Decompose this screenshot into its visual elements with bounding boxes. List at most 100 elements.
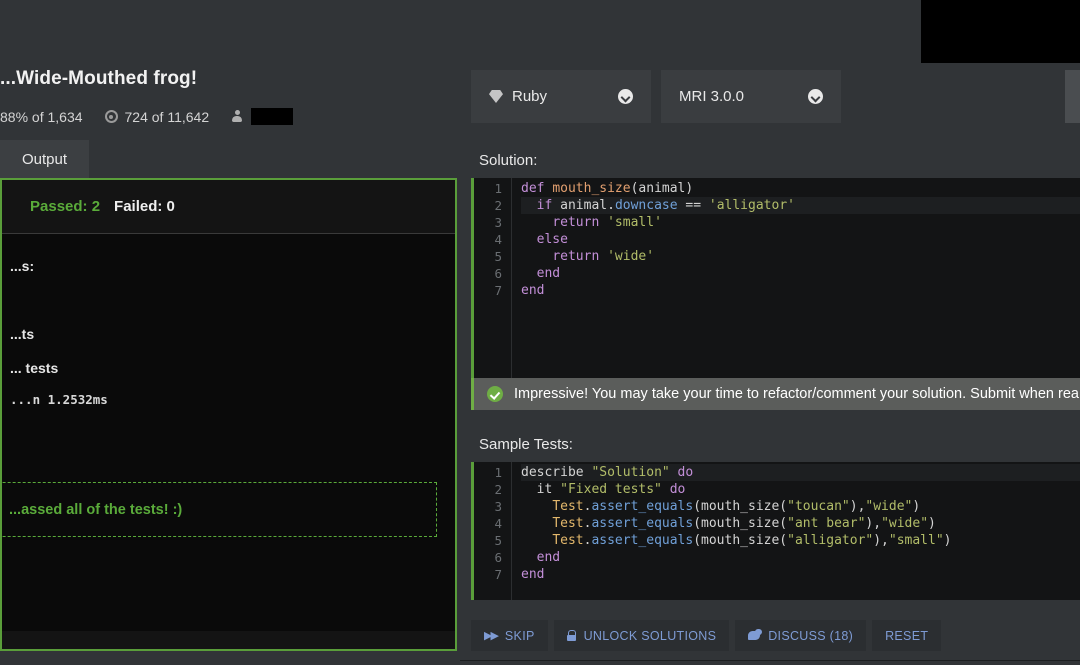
code-line: def mouth_size(animal) bbox=[521, 180, 1080, 197]
language-bar: Ruby MRI 3.0.0 bbox=[471, 70, 841, 123]
discuss-button[interactable]: DISCUSS (18) bbox=[735, 620, 867, 651]
code-line: else bbox=[521, 231, 1080, 248]
left-tab-strip: Output bbox=[0, 140, 460, 178]
solution-label: Solution: bbox=[479, 152, 538, 169]
code-line: Test.assert_equals(mouth_size("toucan"),… bbox=[521, 498, 1080, 515]
code-token: animal bbox=[560, 198, 608, 213]
code-line: end bbox=[521, 566, 1080, 583]
code-line: it "Fixed tests" do bbox=[521, 481, 1080, 498]
code-line: if animal.downcase == 'alligator' bbox=[521, 197, 1080, 214]
line-number: 6 bbox=[494, 550, 502, 565]
user-stat[interactable] bbox=[231, 108, 294, 125]
code-token: ), bbox=[873, 533, 889, 548]
code-token: Test bbox=[552, 499, 584, 514]
code-token: "Fixed tests" bbox=[560, 482, 662, 497]
code-line: end bbox=[521, 282, 1080, 299]
reset-button[interactable]: RESET bbox=[872, 620, 942, 651]
line-number: 1 bbox=[494, 465, 502, 480]
code-token: describe bbox=[521, 465, 592, 480]
check-circle-icon bbox=[487, 386, 503, 402]
version-select-value: MRI 3.0.0 bbox=[679, 88, 745, 105]
tab-output[interactable]: Output bbox=[0, 140, 90, 178]
chevron-down-icon bbox=[808, 89, 823, 104]
language-select[interactable]: Ruby bbox=[471, 70, 651, 123]
code-token: == bbox=[677, 198, 709, 213]
skip-button[interactable]: ▶▶ SKIP bbox=[471, 620, 548, 651]
output-footer bbox=[2, 631, 455, 649]
code-token: (mouth_size( bbox=[693, 499, 788, 514]
code-token: "ant bear" bbox=[787, 516, 866, 531]
code-token: "alligator" bbox=[787, 533, 874, 548]
line-number: 7 bbox=[494, 283, 502, 298]
code-token: (mouth_size( bbox=[693, 516, 788, 531]
rank-stat: 724 of 11,642 bbox=[104, 109, 209, 125]
kata-stats: 88% of 1,634 724 of 11,642 bbox=[0, 108, 315, 125]
person-icon bbox=[231, 109, 243, 124]
passed-count: Passed: 2 bbox=[30, 198, 101, 215]
right-column: Ruby MRI 3.0.0 Solution: 1 2 3 4 5 6 7 def mou… bbox=[460, 0, 1080, 665]
left-column: ...Wide-Mouthed frog! 88% of 1,634 724 o… bbox=[0, 0, 460, 665]
output-line-1: ...ts bbox=[10, 326, 35, 342]
code-token: def bbox=[521, 181, 553, 196]
tests-code[interactable]: describe "Solution" do it "Fixed tests" … bbox=[513, 462, 1080, 583]
unlock-solutions-button[interactable]: UNLOCK SOLUTIONS bbox=[553, 620, 730, 651]
code-token: assert_equals bbox=[591, 516, 694, 531]
output-success-text: ...assed all of the tests! :) bbox=[9, 501, 183, 518]
code-token: ) bbox=[928, 516, 936, 531]
lock-icon-wrap bbox=[566, 630, 577, 641]
line-number: 2 bbox=[494, 482, 502, 497]
code-token: "small" bbox=[888, 533, 944, 548]
code-token: . bbox=[607, 198, 615, 213]
line-number: 5 bbox=[494, 533, 502, 548]
solution-gutter: 1 2 3 4 5 6 7 bbox=[474, 178, 512, 378]
version-select[interactable]: MRI 3.0.0 bbox=[661, 70, 841, 123]
unlock-solutions-button-label: UNLOCK SOLUTIONS bbox=[583, 628, 717, 643]
line-number: 6 bbox=[494, 266, 502, 281]
code-token: do bbox=[661, 482, 686, 497]
status-banner: Impressive! You may take your time to re… bbox=[471, 378, 1080, 410]
code-token: end bbox=[521, 283, 545, 298]
tests-gutter: 1 2 3 4 5 6 7 bbox=[474, 462, 512, 600]
code-line: return 'small' bbox=[521, 214, 1080, 231]
code-line: return 'wide' bbox=[521, 248, 1080, 265]
output-line-0: ...s: bbox=[10, 258, 35, 274]
output-success-box: ...assed all of the tests! :) bbox=[2, 482, 437, 537]
solution-code[interactable]: def mouth_size(animal) if animal.downcas… bbox=[513, 178, 1080, 299]
code-token: assert_equals bbox=[591, 499, 694, 514]
line-number: 2 bbox=[494, 198, 502, 213]
codewars-kata-trainer: ...Wide-Mouthed frog! 88% of 1,634 724 o… bbox=[0, 0, 1080, 665]
code-token: Test bbox=[552, 533, 584, 548]
reset-button-label: RESET bbox=[885, 628, 929, 643]
code-line: Test.assert_equals(mouth_size("ant bear"… bbox=[521, 515, 1080, 532]
completion-value: 88% of 1,634 bbox=[0, 108, 83, 125]
bottom-strip bbox=[0, 661, 1080, 665]
status-banner-text: Impressive! You may take your time to re… bbox=[514, 386, 1079, 402]
chevron-down-icon bbox=[618, 89, 633, 104]
line-number: 4 bbox=[494, 232, 502, 247]
line-number: 1 bbox=[494, 181, 502, 196]
offscreen-button-partial[interactable] bbox=[1065, 70, 1080, 123]
code-token: "wide" bbox=[881, 516, 929, 531]
code-token: else bbox=[536, 232, 568, 247]
code-line: Test.assert_equals(mouth_size("alligator… bbox=[521, 532, 1080, 549]
code-line: end bbox=[521, 549, 1080, 566]
line-number: 3 bbox=[494, 215, 502, 230]
failed-count: Failed: 0 bbox=[114, 198, 175, 215]
code-token: (mouth_size( bbox=[693, 533, 788, 548]
sample-tests-editor[interactable]: 1 2 3 4 5 6 7 describe "Solution" do it "Fixed… bbox=[471, 462, 1080, 600]
code-token: end bbox=[521, 567, 545, 582]
language-select-value: Ruby bbox=[512, 88, 548, 105]
solution-editor[interactable]: 1 2 3 4 5 6 7 def mouth_size(animal) if animal… bbox=[471, 178, 1080, 378]
code-token: Test bbox=[552, 516, 584, 531]
skip-button-label: SKIP bbox=[504, 628, 535, 643]
code-token: "Solution" bbox=[591, 465, 670, 480]
code-token: ) bbox=[943, 533, 952, 548]
output-line-2: ... tests bbox=[10, 360, 59, 376]
discuss-button-label: DISCUSS (18) bbox=[768, 628, 854, 643]
code-token: end bbox=[521, 550, 561, 565]
